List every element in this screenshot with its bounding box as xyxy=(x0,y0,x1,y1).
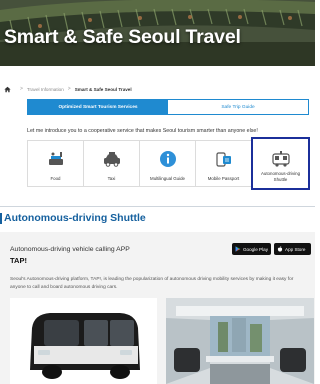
taxi-icon xyxy=(103,152,120,167)
section-divider xyxy=(0,206,315,207)
breadcrumb-parent[interactable]: Travel Information xyxy=(27,87,64,92)
mobile-passport-icon xyxy=(215,152,231,167)
service-label: Taxi xyxy=(107,175,116,181)
service-label: Mobile Passport xyxy=(207,175,240,181)
app-store-label: App Store xyxy=(285,246,306,252)
google-play-icon xyxy=(235,246,241,252)
app-name: TAP! xyxy=(10,256,27,265)
shuttle-exterior-image xyxy=(10,298,157,384)
service-card-multilingual-guide[interactable]: Multilingual Guide xyxy=(139,140,196,187)
service-label: Autonomous-driving Shuttle xyxy=(253,171,308,182)
service-card-mobile-passport[interactable]: Mobile Passport xyxy=(195,140,252,187)
shuttle-interior-photo xyxy=(166,298,314,384)
shuttle-interior-image xyxy=(166,298,314,384)
shuttle-exterior-photo xyxy=(10,298,157,384)
breadcrumb-separator: > xyxy=(67,86,71,92)
shuttle-icon xyxy=(271,151,290,167)
app-store-button[interactable]: App Store xyxy=(274,243,311,255)
breadcrumb-current: Smart & Safe Seoul Travel xyxy=(74,86,132,92)
tab-safe-trip-guide[interactable]: Safe Trip Guide xyxy=(168,100,308,114)
service-tabs: Optimized Smart Tourism Services Safe Tr… xyxy=(27,99,309,115)
page-title: Smart & Safe Seoul Travel xyxy=(4,26,241,48)
service-card-autonomous-shuttle[interactable]: Autonomous-driving Shuttle xyxy=(251,137,310,190)
shuttle-description: Seoul's Autonomous-driving platform, TAP… xyxy=(10,277,294,290)
section-title: Autonomous-driving Shuttle xyxy=(4,212,146,224)
breadcrumb: > Travel Information > Smart & Safe Seou… xyxy=(4,84,132,94)
intro-text: Let me introduce you to a cooperative se… xyxy=(27,128,258,134)
tab-optimized-smart-tourism[interactable]: Optimized Smart Tourism Services xyxy=(28,100,168,114)
service-label-line: Shuttle xyxy=(273,176,288,182)
service-card-food[interactable]: Food xyxy=(27,140,84,187)
service-label-line: Autonomous-driving xyxy=(260,171,301,177)
app-subtitle: Autonomous-driving vehicle calling APP xyxy=(10,246,130,253)
google-play-button[interactable]: Google Play xyxy=(232,243,271,255)
breadcrumb-separator: > xyxy=(20,86,23,92)
apple-icon xyxy=(277,246,283,252)
service-cards: Food Taxi Multilingual Guide Mobile Pass… xyxy=(27,137,310,190)
service-label: Food xyxy=(50,175,61,181)
food-icon xyxy=(48,152,63,165)
service-label: Multilingual Guide xyxy=(150,175,185,181)
home-icon[interactable] xyxy=(4,86,11,93)
service-card-taxi[interactable]: Taxi xyxy=(83,140,140,187)
google-play-label: Google Play xyxy=(242,246,268,252)
hero-banner: Smart & Safe Seoul Travel xyxy=(0,0,315,66)
section-accent-bar xyxy=(0,213,2,224)
info-icon xyxy=(159,151,176,167)
